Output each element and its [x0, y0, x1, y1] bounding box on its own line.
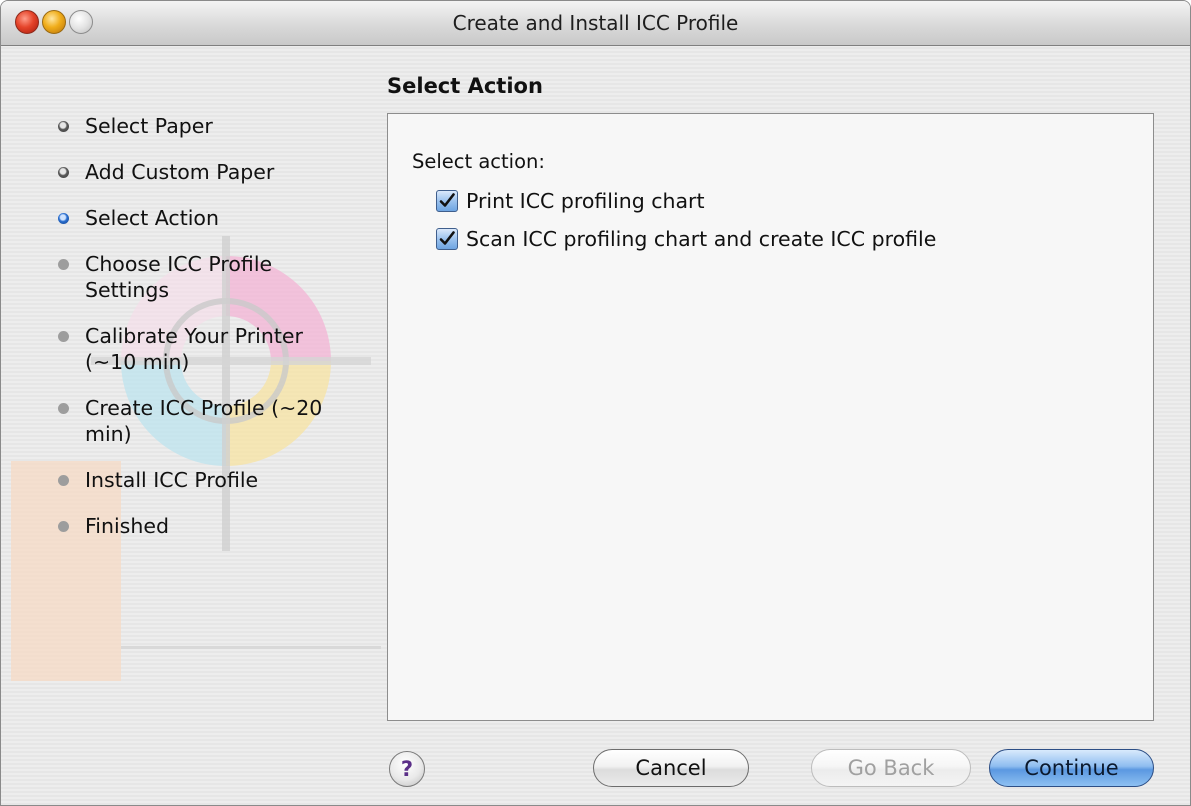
step-label: Calibrate Your Printer (~10 min)	[85, 324, 303, 374]
step-label: Select Action	[85, 206, 219, 230]
step-item-calibrate-printer: Calibrate Your Printer (~10 min)	[31, 323, 351, 375]
title-bar[interactable]: Create and Install ICC Profile	[1, 1, 1190, 46]
help-button[interactable]: ?	[389, 751, 425, 787]
panel-title: Select Action	[387, 74, 543, 98]
checkmark-icon	[439, 231, 455, 245]
scan-chart-option[interactable]: Scan ICC profiling chart and create ICC …	[436, 226, 936, 252]
select-action-label: Select action:	[412, 150, 545, 173]
wizard-steps-list: Select Paper Add Custom Paper Select Act…	[31, 113, 351, 559]
step-label: Create ICC Profile (~20 min)	[85, 396, 323, 446]
content-panel: Select action: Print ICC profiling chart…	[387, 113, 1154, 721]
print-chart-label[interactable]: Print ICC profiling chart	[466, 189, 705, 213]
step-item-install-icc-profile: Install ICC Profile	[31, 467, 351, 493]
step-pending-bullet-icon	[58, 475, 69, 486]
step-pending-bullet-icon	[58, 331, 69, 342]
cancel-button[interactable]: Cancel	[593, 749, 749, 787]
window-title: Create and Install ICC Profile	[452, 11, 739, 35]
step-label: Finished	[85, 514, 169, 538]
scan-chart-checkbox[interactable]	[436, 228, 458, 250]
step-label: Choose ICC Profile Settings	[85, 252, 273, 302]
step-item-select-action: Select Action	[31, 205, 351, 231]
step-item-create-icc-profile: Create ICC Profile (~20 min)	[31, 395, 351, 447]
step-current-bullet-icon	[58, 213, 69, 224]
step-item-finished: Finished	[31, 513, 351, 539]
step-completed-bullet-icon	[58, 121, 69, 132]
step-label: Add Custom Paper	[85, 160, 275, 184]
step-item-choose-icc-profile-settings: Choose ICC Profile Settings	[31, 251, 351, 303]
step-label: Install ICC Profile	[85, 468, 259, 492]
step-label: Select Paper	[85, 114, 213, 138]
continue-button[interactable]: Continue	[989, 749, 1154, 787]
print-chart-checkbox[interactable]	[436, 190, 458, 212]
step-item-select-paper: Select Paper	[31, 113, 351, 139]
step-item-add-custom-paper: Add Custom Paper	[31, 159, 351, 185]
scan-chart-label[interactable]: Scan ICC profiling chart and create ICC …	[466, 227, 936, 251]
step-pending-bullet-icon	[58, 403, 69, 414]
go-back-button[interactable]: Go Back	[811, 749, 971, 787]
step-completed-bullet-icon	[58, 167, 69, 178]
checkmark-icon	[439, 193, 455, 207]
step-pending-bullet-icon	[58, 259, 69, 270]
dialog-window: Create and Install ICC Profile Select Pa…	[0, 0, 1191, 806]
step-pending-bullet-icon	[58, 521, 69, 532]
print-chart-option[interactable]: Print ICC profiling chart	[436, 188, 705, 214]
